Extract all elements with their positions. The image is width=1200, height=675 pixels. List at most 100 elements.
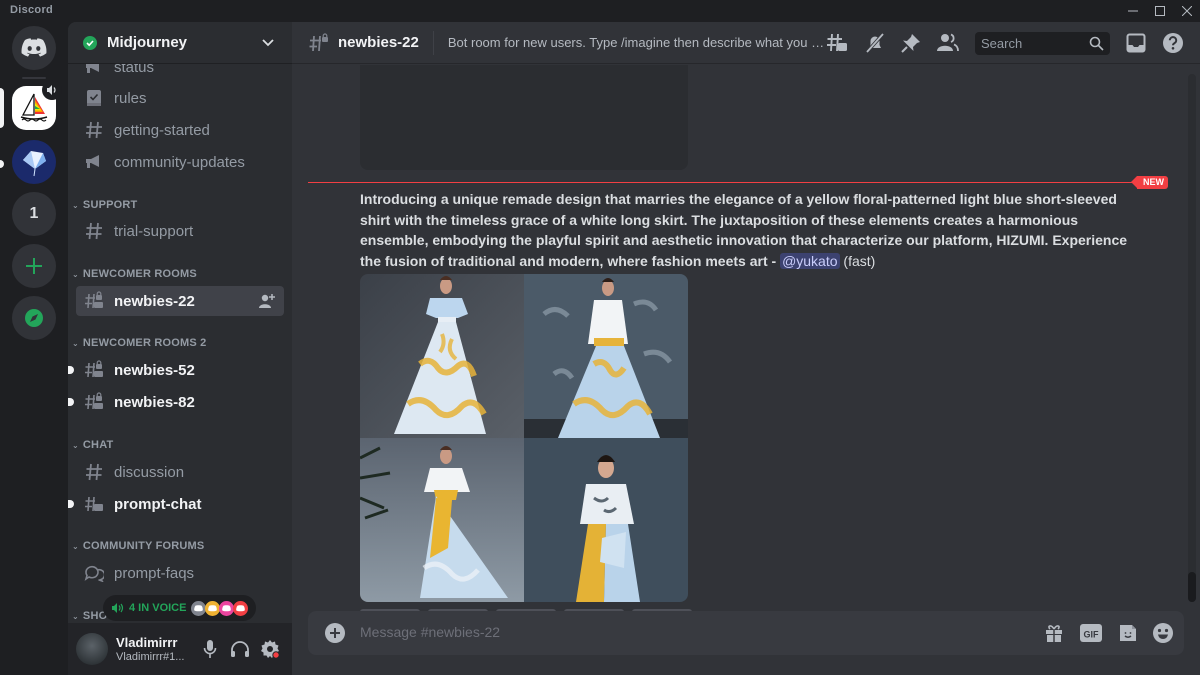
user-settings-button[interactable]: [258, 637, 282, 661]
new-messages-divider: [308, 182, 1166, 183]
locked-thread-hash-icon: [84, 360, 104, 380]
channel-newbies-82[interactable]: newbies-82: [68, 387, 284, 417]
discord-window: Discord 1 Midjourney status rules gettin…: [0, 0, 1200, 675]
compass-icon: [25, 309, 43, 327]
chevron-down-icon: ⌄: [72, 611, 79, 621]
threads-button[interactable]: [825, 31, 849, 55]
channel-rules[interactable]: rules: [76, 83, 284, 113]
mute-button[interactable]: [198, 637, 222, 661]
channel-name: discussion: [114, 463, 185, 481]
channel-discussion[interactable]: discussion: [76, 457, 284, 487]
server-crystal[interactable]: [12, 140, 56, 184]
generation-speed: (fast): [839, 252, 876, 269]
plus-icon: [26, 258, 42, 274]
forum-icon: [84, 563, 104, 583]
user-panel: Vladimirrr Vladimirrr#1...: [68, 623, 292, 675]
generated-image-4[interactable]: [524, 438, 688, 602]
gift-icon: [1046, 625, 1062, 642]
message-list: NEW Introducing a unique remade design t…: [292, 65, 1188, 611]
channel-name: newbies-82: [114, 393, 195, 411]
minimize-button[interactable]: [1120, 0, 1146, 22]
new-messages-badge: NEW: [1131, 176, 1168, 189]
title-bar: Discord: [0, 0, 1200, 22]
help-button[interactable]: [1161, 31, 1185, 55]
channel-trial-support[interactable]: trial-support: [76, 216, 284, 246]
category-chat[interactable]: ⌄ CHAT: [72, 436, 113, 454]
previous-message-embed: [360, 65, 688, 170]
message-composer: Message #newbies-22 GIF: [308, 611, 1184, 655]
inbox-icon: [1126, 33, 1146, 53]
channel-header: newbies-22 Bot room for new users. Type …: [292, 22, 1200, 64]
voice-avatar: [233, 600, 249, 616]
gift-button[interactable]: [1042, 621, 1066, 645]
channel-name: trial-support: [114, 222, 194, 240]
maximize-button[interactable]: [1147, 0, 1173, 22]
emoji-icon: [1153, 623, 1173, 643]
channel-title: newbies-22: [338, 34, 419, 51]
scrollbar-thumb[interactable]: [1188, 572, 1196, 602]
pinned-messages-button[interactable]: [899, 31, 923, 55]
voice-indicator[interactable]: 4 IN VOICE: [103, 595, 257, 621]
category-name: NEWCOMER ROOMS 2: [82, 337, 207, 349]
category-name: COMMUNITY FORUMS: [82, 540, 205, 552]
chevron-down-icon: ⌄: [72, 338, 79, 348]
generated-image-1[interactable]: [360, 274, 524, 438]
guild-header[interactable]: Midjourney: [68, 22, 292, 64]
channel-name: community-updates: [114, 153, 245, 171]
close-button[interactable]: [1174, 0, 1200, 22]
voice-count: 4 IN VOICE: [129, 602, 187, 614]
category-newcomer-rooms-2[interactable]: ⌄ NEWCOMER ROOMS 2: [72, 334, 207, 352]
inbox-button[interactable]: [1124, 31, 1148, 55]
guild-name: Midjourney: [107, 34, 188, 51]
user-mention[interactable]: @yukato: [780, 252, 840, 269]
channel-topic[interactable]: Bot room for new users. Type /imagine th…: [448, 35, 828, 50]
message-input[interactable]: Message #newbies-22: [360, 624, 500, 640]
add-attachment-button[interactable]: [324, 622, 346, 644]
close-icon: [1182, 6, 1192, 16]
voice-active-badge: [42, 80, 62, 100]
gear-icon: [261, 640, 280, 659]
channel-name: prompt-faqs: [114, 564, 195, 582]
minimize-icon: [1128, 10, 1138, 12]
headphones-icon: [231, 641, 249, 657]
generated-image-2[interactable]: [524, 274, 688, 438]
generated-image-3[interactable]: [360, 438, 524, 602]
emoji-button[interactable]: [1151, 621, 1175, 645]
channel-community-updates[interactable]: community-updates: [76, 147, 284, 177]
channel-newbies-52[interactable]: newbies-52: [68, 355, 284, 385]
locked-thread-hash-icon: [84, 392, 104, 412]
notification-settings-button[interactable]: [863, 31, 887, 55]
deafen-button[interactable]: [228, 637, 252, 661]
create-invite-button[interactable]: [258, 293, 276, 313]
message-scrollbar[interactable]: [1188, 74, 1196, 602]
search-placeholder: Search: [981, 36, 1023, 51]
user-info[interactable]: Vladimirrr Vladimirrr#1...: [116, 635, 184, 663]
announcement-icon: [84, 152, 104, 172]
member-list-button[interactable]: [936, 31, 960, 55]
hash-icon: [84, 120, 104, 140]
category-community-forums[interactable]: ⌄ COMMUNITY FORUMS: [72, 537, 204, 555]
home-button[interactable]: [12, 26, 56, 70]
category-newcomer-rooms[interactable]: ⌄ NEWCOMER ROOMS: [72, 265, 197, 283]
thread-hash-icon: [84, 494, 104, 514]
channel-newbies-22[interactable]: newbies-22: [76, 286, 284, 316]
image-grid[interactable]: [360, 274, 688, 602]
server-1[interactable]: 1: [12, 192, 56, 236]
sticker-button[interactable]: [1116, 621, 1140, 645]
category-name: NEWCOMER ROOMS: [82, 268, 197, 280]
gif-button[interactable]: GIF: [1079, 621, 1103, 645]
search-input[interactable]: Search: [975, 32, 1110, 55]
server-midjourney[interactable]: [12, 80, 62, 130]
add-server-button[interactable]: [12, 244, 56, 288]
search-icon: [1089, 36, 1104, 51]
explore-servers-button[interactable]: [12, 296, 56, 340]
channel-prompt-faqs[interactable]: prompt-faqs: [76, 558, 284, 588]
category-name: SUPPORT: [82, 199, 138, 211]
category-support[interactable]: ⌄ SUPPORT: [72, 196, 137, 214]
add-attachment-icon: [325, 623, 345, 643]
channel-prompt-chat[interactable]: prompt-chat: [68, 489, 284, 519]
chevron-down-icon: [262, 39, 274, 47]
channel-getting-started[interactable]: getting-started: [76, 115, 284, 145]
user-display-name: Vladimirrr: [116, 635, 178, 650]
user-avatar[interactable]: [76, 633, 108, 665]
